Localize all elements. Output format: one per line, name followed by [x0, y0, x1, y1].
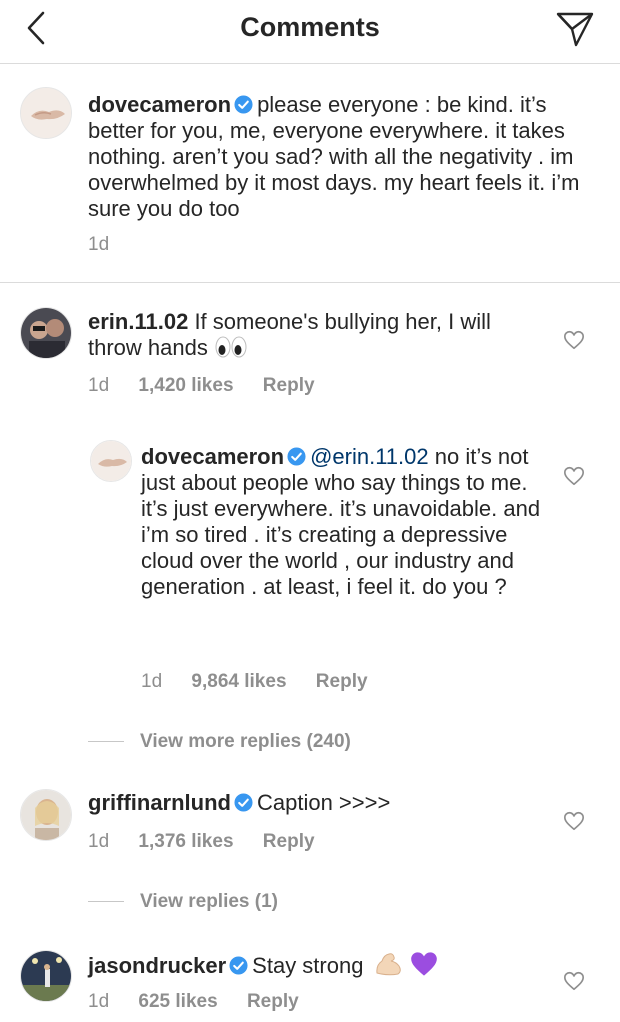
- like-heart-icon[interactable]: [563, 810, 585, 832]
- caption-text: dovecameron please everyone : be kind. it…: [88, 92, 598, 222]
- reply-time: 1d: [141, 671, 163, 692]
- reply-likes[interactable]: 9,864 likes: [191, 671, 286, 692]
- verified-badge-icon: [234, 95, 253, 114]
- caption-meta: 1d: [88, 234, 133, 256]
- caption-time: 1d: [88, 234, 110, 255]
- like-heart-icon[interactable]: [563, 329, 585, 351]
- reply-button[interactable]: Reply: [316, 671, 368, 692]
- reply-button[interactable]: Reply: [247, 991, 299, 1012]
- post-caption: dovecameron please everyone : be kind. it…: [0, 64, 620, 283]
- avatar[interactable]: [20, 307, 72, 359]
- reply-text: dovecameron @erin.11.02 no it’s not just …: [141, 444, 541, 600]
- verified-badge-icon: [234, 793, 253, 812]
- reply-meta: 1d 9,864 likes Reply: [141, 671, 392, 693]
- divider-line: [88, 741, 124, 743]
- comment-likes[interactable]: 625 likes: [138, 991, 217, 1012]
- comment-likes[interactable]: 1,376 likes: [138, 831, 233, 852]
- view-more-replies-label: View more replies (240): [140, 731, 351, 752]
- divider-line: [88, 901, 124, 903]
- comment-username[interactable]: griffinarnlund: [88, 790, 231, 815]
- comment-meta: 1d 1,420 likes Reply: [88, 375, 339, 397]
- avatar-image: [21, 951, 71, 1001]
- view-replies-label: View replies (1): [140, 891, 278, 912]
- verified-badge-icon: [287, 447, 306, 466]
- comment-meta: 1d 625 likes Reply: [88, 991, 323, 1013]
- purple-heart-emoji-icon: [410, 952, 437, 976]
- comment-body: Caption >>>>: [256, 790, 391, 815]
- reply-button[interactable]: Reply: [263, 375, 315, 396]
- comment-time: 1d: [88, 831, 110, 852]
- mention-link[interactable]: @erin.11.02: [310, 444, 429, 469]
- avatar[interactable]: [90, 440, 132, 482]
- comment-text: griffinarnlund Caption >>>>: [88, 790, 538, 816]
- avatar-image: [21, 88, 71, 138]
- like-heart-icon[interactable]: [563, 465, 585, 487]
- view-more-replies-button[interactable]: View more replies (240): [88, 731, 351, 753]
- avatar[interactable]: [20, 789, 72, 841]
- comment-text: erin.11.02 If someone's bullying her, I …: [88, 309, 538, 361]
- comment-text: jasondrucker Stay strong: [88, 951, 538, 979]
- avatar-image: [21, 790, 71, 840]
- comment-username[interactable]: erin.11.02: [88, 309, 188, 334]
- comment-meta: 1d 1,376 likes Reply: [88, 831, 339, 853]
- verified-badge-icon: [229, 956, 248, 975]
- comment-body: Stay strong: [252, 953, 364, 978]
- paper-plane-icon: [556, 12, 594, 47]
- avatar[interactable]: [20, 87, 72, 139]
- caption-username[interactable]: dovecameron: [88, 92, 231, 117]
- flexed-biceps-emoji-icon: [375, 953, 401, 976]
- eyes-emoji-icon: [215, 336, 247, 358]
- view-replies-button[interactable]: View replies (1): [88, 891, 278, 913]
- avatar[interactable]: [20, 950, 72, 1002]
- header-bar: Comments: [0, 0, 620, 64]
- avatar-image: [21, 308, 71, 358]
- share-button[interactable]: [554, 8, 596, 50]
- page-title: Comments: [240, 12, 380, 42]
- like-heart-icon[interactable]: [563, 970, 585, 992]
- reply-username[interactable]: dovecameron: [141, 444, 284, 469]
- comment-time: 1d: [88, 375, 110, 396]
- avatar-image: [91, 441, 131, 481]
- comment-time: 1d: [88, 991, 110, 1012]
- comment-username[interactable]: jasondrucker: [88, 953, 226, 978]
- comment-likes[interactable]: 1,420 likes: [138, 375, 233, 396]
- reply-button[interactable]: Reply: [263, 831, 315, 852]
